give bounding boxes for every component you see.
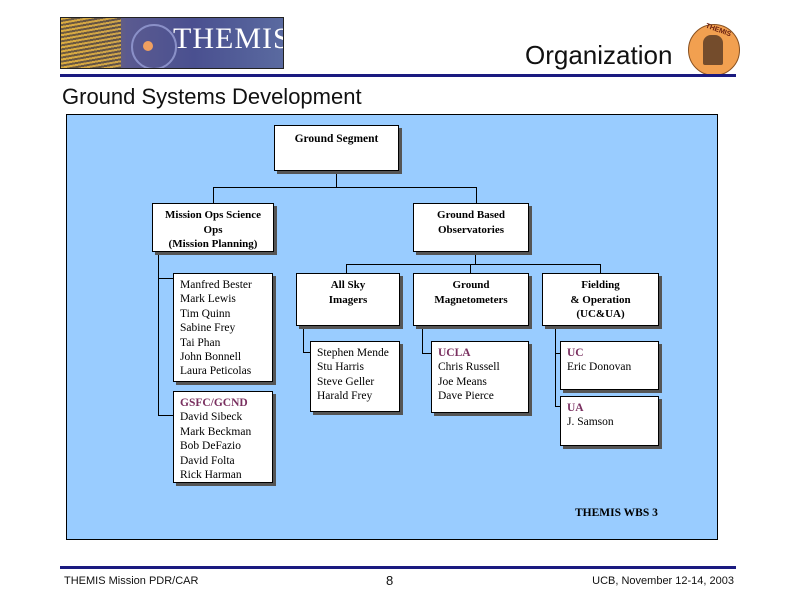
page-number: 8	[386, 573, 394, 588]
magnetosphere-graphic	[131, 24, 177, 68]
team-member: David Folta	[180, 454, 235, 467]
mission-ops-box: Mission Ops Science Ops (Mission Plannin…	[152, 203, 274, 252]
header-rule	[60, 74, 736, 77]
team-member: Stu Harris	[317, 361, 364, 374]
connector	[158, 278, 173, 279]
connector	[158, 251, 159, 416]
org-label: UC	[567, 347, 584, 359]
field-lines-graphic	[61, 18, 121, 68]
figure-graphic	[703, 35, 723, 65]
themis-banner-logo: THEMIS	[60, 17, 284, 69]
connector	[600, 264, 601, 273]
mag-label-1: Ground	[452, 279, 490, 291]
uc-team-box: UC Eric Donovan	[560, 341, 659, 390]
footer-right: UCB, November 12-14, 2003	[592, 575, 734, 587]
team-member: Sabine Frey	[180, 322, 236, 335]
team-member: Stephen Mende	[317, 347, 389, 359]
connector	[336, 170, 337, 187]
ucla-team-box: UCLA Chris Russell Joe Means Dave Pierce	[431, 341, 529, 413]
gbo-label-2: Observatories	[438, 223, 504, 236]
footer-rule	[60, 566, 736, 569]
team-member: Tim Quinn	[180, 307, 231, 320]
team-member: David Sibeck	[180, 411, 243, 424]
connector	[422, 325, 423, 353]
ground-magnetometers-box: Ground Magnetometers	[413, 273, 529, 326]
team-member: Steve Geller	[317, 375, 375, 388]
connector	[475, 251, 476, 264]
mission-ops-team-box: Manfred Bester Mark Lewis Tim Quinn Sabi…	[173, 273, 273, 382]
org-label: UCLA	[438, 347, 471, 359]
org-label: GSFC/GCND	[180, 397, 248, 409]
team-member: Eric Donovan	[567, 361, 632, 374]
fielding-label-3: (UC&UA)	[576, 308, 625, 320]
team-member: Manfred Bester	[180, 279, 252, 291]
mission-ops-label-3: (Mission Planning)	[168, 238, 258, 250]
team-member: Dave Pierce	[438, 390, 494, 403]
team-member: Harald Frey	[317, 390, 373, 403]
all-sky-label-1: All Sky	[330, 279, 366, 291]
slide-title: Ground Systems Development	[62, 84, 362, 109]
connector	[346, 264, 601, 265]
org-label: UA	[567, 402, 584, 414]
team-member: Bob DeFazio	[180, 440, 242, 453]
logo-text: THEMIS	[173, 22, 284, 55]
connector	[555, 325, 556, 407]
connector	[303, 352, 310, 353]
team-member: John Bonnell	[180, 351, 242, 364]
team-member: Mark Lewis	[180, 293, 236, 306]
team-member: J. Samson	[567, 416, 614, 429]
connector	[213, 187, 477, 188]
team-member: Laura Peticolas	[180, 365, 252, 378]
themis-badge-icon: THEMIS	[688, 23, 740, 76]
connector	[158, 415, 173, 416]
gbo-label-1: Ground Based	[437, 209, 505, 221]
ground-based-observatories-box: Ground Based Observatories	[413, 203, 529, 252]
all-sky-label-2: Imagers	[328, 293, 368, 306]
ua-team-box: UA J. Samson	[560, 396, 659, 446]
wbs-label: THEMIS WBS 3	[575, 507, 658, 519]
connector	[303, 325, 304, 352]
team-member: Chris Russell	[438, 361, 500, 374]
mission-ops-label-2: Ops	[203, 223, 223, 236]
connector	[470, 264, 471, 273]
fielding-label-2: & Operation	[570, 293, 631, 306]
mag-label-2: Magnetometers	[434, 293, 508, 306]
org-chart-panel	[66, 114, 718, 540]
ground-segment-label: Ground Segment	[294, 133, 379, 145]
gsfc-team-box: GSFC/GCND David Sibeck Mark Beckman Bob …	[173, 391, 273, 483]
connector	[213, 187, 214, 203]
team-member: Rick Harman	[180, 469, 242, 482]
fielding-operation-box: Fielding & Operation (UC&UA)	[542, 273, 659, 326]
all-sky-imagers-box: All Sky Imagers	[296, 273, 400, 326]
connector	[422, 353, 431, 354]
all-sky-team-box: Stephen Mende Stu Harris Steve Geller Ha…	[310, 341, 400, 412]
fielding-label-1: Fielding	[581, 279, 620, 291]
ground-segment-box: Ground Segment	[274, 125, 399, 171]
section-title: Organization	[525, 40, 673, 70]
team-member: Tai Phan	[180, 336, 221, 349]
mission-ops-label-1: Mission Ops Science	[165, 209, 261, 221]
team-member: Joe Means	[438, 375, 487, 388]
earth-icon	[143, 41, 153, 51]
footer-left: THEMIS Mission PDR/CAR	[64, 575, 199, 587]
team-member: Mark Beckman	[180, 425, 252, 438]
connector	[346, 264, 347, 273]
connector	[476, 187, 477, 203]
